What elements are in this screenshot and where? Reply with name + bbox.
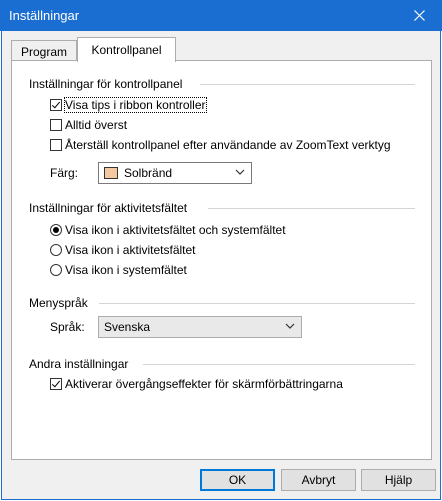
help-button[interactable]: Hjälp (361, 469, 436, 491)
cancel-button-label: Avbryt (301, 473, 336, 487)
other-group-title: Andra inställningar (29, 357, 129, 371)
transition-effects-label: Aktiverar övergångseffekter för skärmför… (65, 377, 343, 391)
tab-kontrollpanel[interactable]: Kontrollpanel (77, 37, 176, 62)
group-divider (200, 84, 415, 85)
chevron-down-icon (285, 323, 295, 329)
taskbar-option-1[interactable]: Visa ikon i aktivitetsfältet och systemf… (50, 223, 286, 237)
checkbox-box[interactable] (50, 139, 62, 151)
always-on-top-label: Alltid överst (65, 118, 128, 132)
color-swatch (104, 167, 118, 179)
restore-panel-checkbox[interactable]: Återställ kontrollpanel efter användande… (50, 138, 391, 152)
radio-button[interactable] (50, 264, 62, 276)
tab-kontrollpanel-label: Kontrollpanel (91, 43, 162, 57)
dialog-body: Program Kontrollpanel Inställningar för … (1, 31, 441, 500)
taskbar-option-1-label: Visa ikon i aktivitetsfältet och systemf… (65, 223, 286, 237)
group-divider (143, 364, 415, 365)
help-button-label: Hjälp (384, 473, 413, 487)
close-icon (413, 10, 425, 21)
color-dropdown[interactable]: Solbränd (98, 162, 252, 184)
restore-panel-label: Återställ kontrollpanel efter användande… (65, 138, 391, 152)
chevron-down-icon (235, 169, 245, 175)
cancel-button[interactable]: Avbryt (281, 469, 356, 491)
checkbox-box[interactable] (50, 99, 62, 111)
language-label: Språk: (50, 320, 85, 334)
window-title: Inställningar (9, 8, 80, 23)
taskbar-option-3-label: Visa ikon i systemfältet (65, 263, 187, 277)
title-bar: Inställningar (0, 0, 442, 31)
close-button[interactable] (396, 0, 442, 31)
tab-panel: Inställningar för kontrollpanel Visa tip… (11, 60, 432, 460)
ok-button-label: OK (228, 473, 247, 487)
show-tips-checkbox[interactable]: Visa tips i ribbon kontroller (50, 97, 207, 113)
menu-language-group-title: Menyspråk (29, 296, 88, 310)
checkbox-box[interactable] (50, 119, 62, 131)
color-label: Färg: (50, 166, 79, 180)
radio-button[interactable] (50, 244, 62, 256)
tab-program-label: Program (20, 45, 67, 59)
ok-button[interactable]: OK (200, 469, 275, 491)
always-on-top-checkbox[interactable]: Alltid överst (50, 118, 127, 132)
group-divider (208, 208, 415, 209)
color-value: Solbränd (124, 166, 173, 180)
taskbar-group-title: Inställningar för aktivitetsfältet (29, 201, 188, 215)
tab-program[interactable]: Program (11, 40, 77, 61)
radio-button[interactable] (50, 224, 62, 236)
show-tips-label: Visa tips i ribbon kontroller (64, 97, 207, 113)
control-panel-group-title: Inställningar för kontrollpanel (29, 77, 183, 91)
taskbar-option-3[interactable]: Visa ikon i systemfältet (50, 263, 187, 277)
language-value: Svenska (104, 320, 151, 334)
taskbar-option-2[interactable]: Visa ikon i aktivitetsfältet (50, 243, 196, 257)
group-divider (99, 303, 415, 304)
taskbar-option-2-label: Visa ikon i aktivitetsfältet (65, 243, 196, 257)
checkbox-box[interactable] (50, 378, 62, 390)
language-dropdown[interactable]: Svenska (98, 316, 302, 338)
transition-effects-checkbox[interactable]: Aktiverar övergångseffekter för skärmför… (50, 377, 343, 391)
